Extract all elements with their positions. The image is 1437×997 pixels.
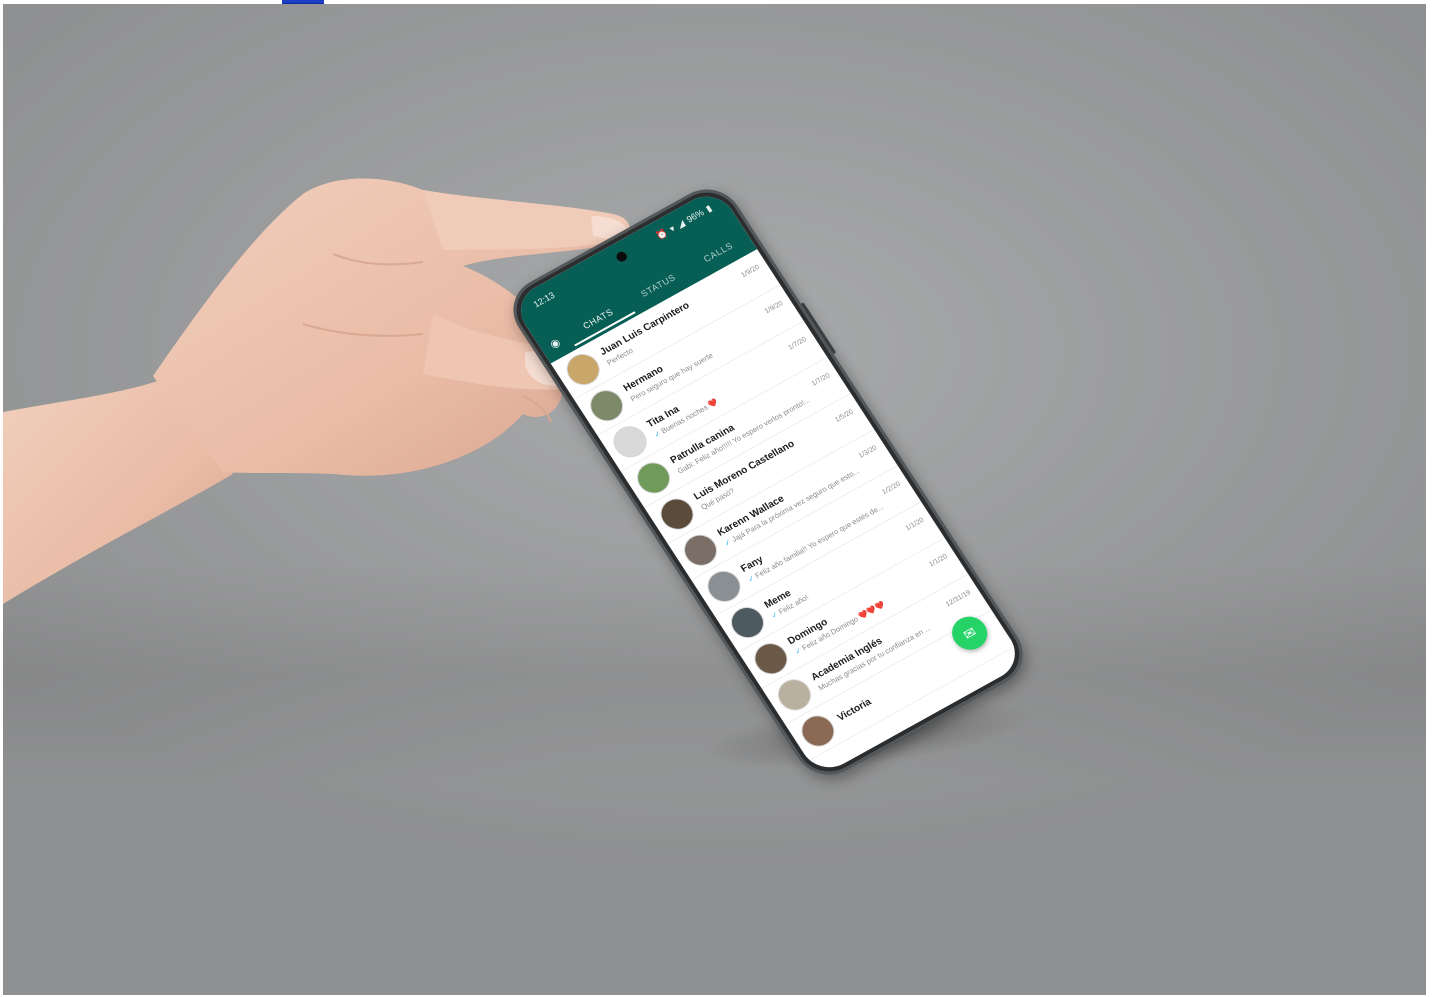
photo-backdrop: 12:13 ⏰ ▾ ◢ 96% ▮ ◉ CHATS STATUS CALLS J…	[3, 4, 1426, 995]
status-time: 12:13	[531, 290, 557, 310]
status-icons: ⏰ ▾ ◢ 96% ▮	[654, 203, 714, 242]
wifi-icon: ▾	[667, 222, 677, 234]
avatar[interactable]	[795, 709, 841, 753]
new-chat-icon: ✉	[959, 623, 979, 643]
battery-icon: ▮	[703, 202, 714, 214]
signal-icon: ◢	[674, 217, 687, 230]
battery-level: 96%	[684, 207, 706, 225]
chat-name: Victoria	[835, 696, 874, 724]
alarm-icon: ⏰	[653, 227, 670, 241]
